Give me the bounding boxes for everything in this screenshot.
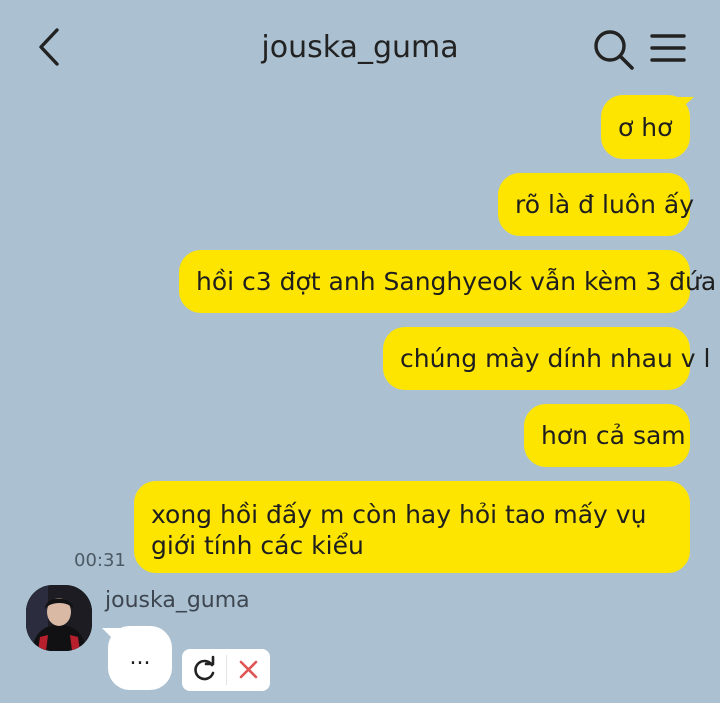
menu-button[interactable] (646, 28, 690, 68)
retry-icon (194, 655, 215, 681)
message-text: rõ là đ luôn ấy (515, 190, 694, 219)
incoming-message[interactable]: ... (108, 626, 172, 690)
delete-icon (239, 660, 258, 679)
outgoing-message[interactable]: chúng mày dính nhau v l (383, 327, 710, 390)
outgoing-message[interactable]: rõ là đ luôn ấy (498, 173, 694, 236)
outgoing-message[interactable]: ơ hơ (601, 95, 690, 159)
search-icon (594, 30, 634, 70)
sender-name: jouska_guma (105, 588, 250, 613)
message-text: hồi c3 đợt anh Sanghyeok vẫn kèm 3 đứa (196, 267, 717, 296)
delete-button[interactable] (227, 649, 270, 691)
menu-icon (650, 34, 686, 62)
search-button[interactable] (590, 26, 636, 72)
back-button[interactable] (30, 24, 74, 72)
avatar[interactable] (26, 585, 92, 651)
message-text: ơ hơ (618, 112, 673, 142)
message-timestamp: 00:31 (74, 550, 126, 571)
retry-button[interactable] (182, 649, 226, 691)
message-text: chúng mày dính nhau v l (400, 344, 711, 373)
outgoing-message[interactable]: hơn cả sam (524, 404, 690, 467)
message-text: xong hồi đấy m còn hay hỏi tao mấy vụ gi… (151, 500, 647, 560)
outgoing-message[interactable]: xong hồi đấy m còn hay hỏi tao mấy vụ gi… (134, 481, 690, 573)
failed-message-actions (182, 649, 270, 691)
chat-header: jouska_guma (0, 0, 720, 95)
outgoing-message[interactable]: hồi c3 đợt anh Sanghyeok vẫn kèm 3 đứa (179, 250, 716, 313)
back-arrow-icon (39, 28, 59, 66)
avatar-image (26, 585, 92, 651)
message-text: hơn cả sam (541, 421, 686, 450)
chat-title: jouska_guma (261, 30, 459, 65)
